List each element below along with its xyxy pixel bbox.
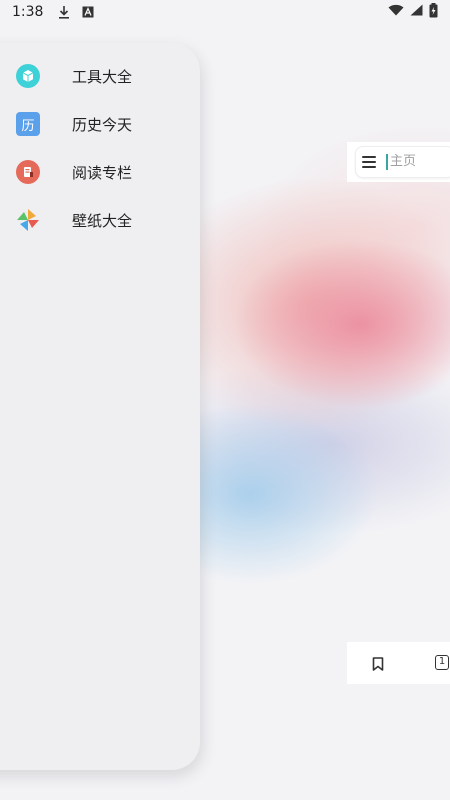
top-search-bar: 主页 [347,142,450,182]
reading-icon [16,160,40,184]
side-drawer: 工具大全 历 历史今天 阅读专栏 壁纸大全 [0,43,200,770]
drawer-item-label: 工具大全 [72,67,133,86]
app-screen: 1:38 主页 1 工具大全 历 历史今天 阅读专栏 壁纸大全 [0,0,450,800]
pinwheel-icon [16,208,40,232]
battery-icon [429,2,438,22]
search-placeholder[interactable]: 主页 [386,154,416,170]
status-bar: 1:38 [0,0,450,24]
status-time: 1:38 [12,4,44,20]
wifi-icon [388,4,404,20]
history-icon: 历 [16,112,40,136]
search-box[interactable]: 主页 [355,146,450,178]
drawer-item-reading[interactable]: 阅读专栏 [0,148,200,196]
drawer-item-label: 壁纸大全 [72,211,133,230]
tabs-count-icon[interactable]: 1 [435,655,449,670]
drawer-item-label: 历史今天 [72,115,133,134]
download-icon [57,5,71,19]
a-icon [81,5,95,19]
cube-icon [16,64,40,88]
status-right-icons [388,2,438,22]
menu-icon[interactable] [362,156,376,168]
bottom-toolbar: 1 [347,642,450,684]
drawer-item-wallpaper[interactable]: 壁纸大全 [0,196,200,244]
drawer-item-history[interactable]: 历 历史今天 [0,100,200,148]
signal-icon [410,4,423,20]
drawer-item-tools[interactable]: 工具大全 [0,52,200,100]
drawer-item-label: 阅读专栏 [72,163,133,182]
bookmark-icon[interactable] [372,656,384,671]
